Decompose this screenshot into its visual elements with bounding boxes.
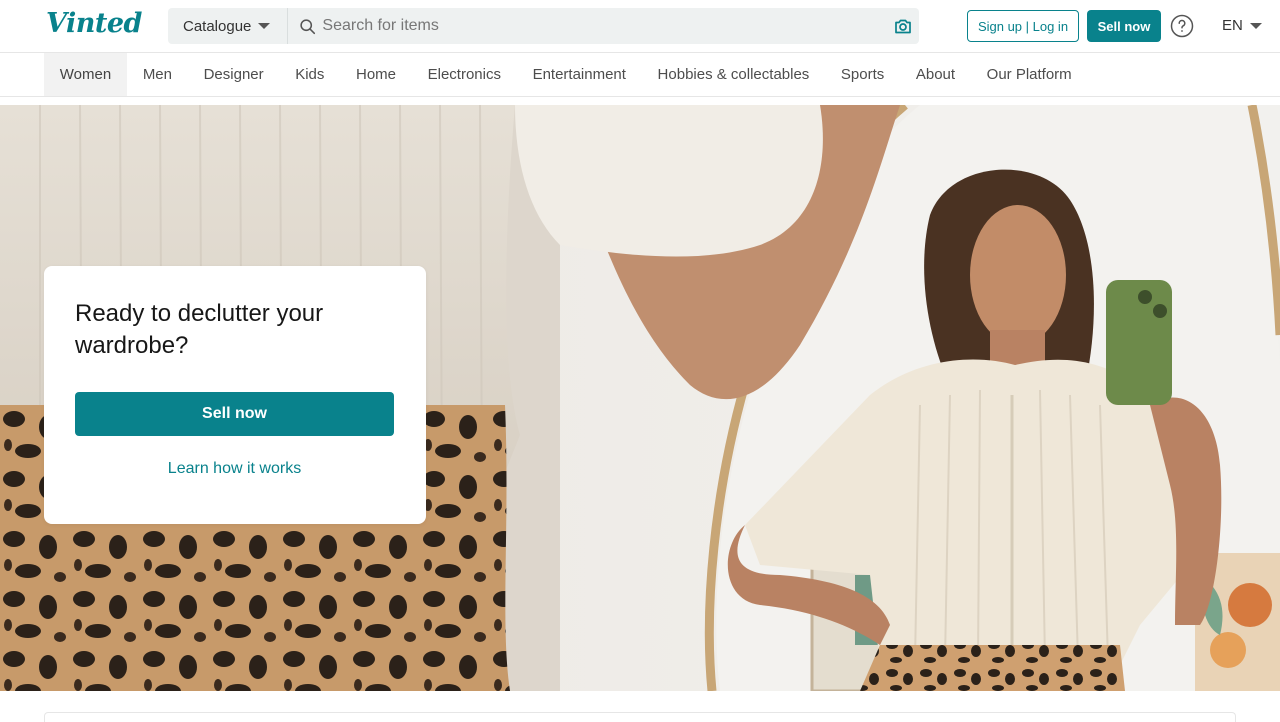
sell-promo-card: Ready to declutter your wardrobe? Sell n… (44, 266, 426, 524)
camera-icon[interactable] (893, 16, 913, 36)
nav-item-electronics[interactable]: Electronics (412, 53, 517, 96)
nav-item-hobbies[interactable]: Hobbies & collectables (642, 53, 825, 96)
category-nav-items: Women Men Designer Kids Home Electronics… (44, 53, 1087, 96)
vinted-logo[interactable]: Vinted (46, 8, 142, 39)
content-section-edge (44, 712, 1236, 722)
nav-item-kids[interactable]: Kids (279, 53, 340, 96)
search-bar: Catalogue (168, 8, 919, 44)
nav-item-men[interactable]: Men (127, 53, 188, 96)
search-input[interactable] (316, 8, 893, 44)
help-icon[interactable] (1170, 14, 1194, 38)
nav-item-home[interactable]: Home (340, 53, 412, 96)
sell-now-button[interactable]: Sell now (75, 392, 394, 436)
nav-item-designer[interactable]: Designer (188, 53, 280, 96)
language-label: EN (1222, 17, 1243, 34)
top-header: Vinted Catalogue Sign up | Log in Sell n… (0, 0, 1280, 53)
nav-item-women[interactable]: Women (44, 53, 128, 96)
chevron-down-icon (258, 23, 271, 29)
nav-item-about[interactable]: About (900, 53, 971, 96)
nav-item-sports[interactable]: Sports (825, 53, 900, 96)
learn-how-it-works-link[interactable]: Learn how it works (75, 460, 394, 478)
nav-item-our-platform[interactable]: Our Platform (971, 53, 1088, 96)
category-nav: Women Men Designer Kids Home Electronics… (0, 53, 1280, 97)
promo-title: Ready to declutter your wardrobe? (75, 300, 324, 359)
catalogue-dropdown[interactable]: Catalogue (168, 8, 289, 44)
signup-login-button[interactable]: Sign up | Log in (967, 10, 1079, 42)
sell-now-header-button[interactable]: Sell now (1087, 10, 1161, 42)
nav-item-entertainment[interactable]: Entertainment (517, 53, 642, 96)
language-selector[interactable]: EN (1222, 17, 1262, 34)
search-icon (300, 18, 316, 34)
catalogue-label: Catalogue (183, 17, 252, 35)
chevron-down-icon (1249, 22, 1262, 29)
hero-banner: Ready to declutter your wardrobe? Sell n… (0, 105, 1280, 691)
